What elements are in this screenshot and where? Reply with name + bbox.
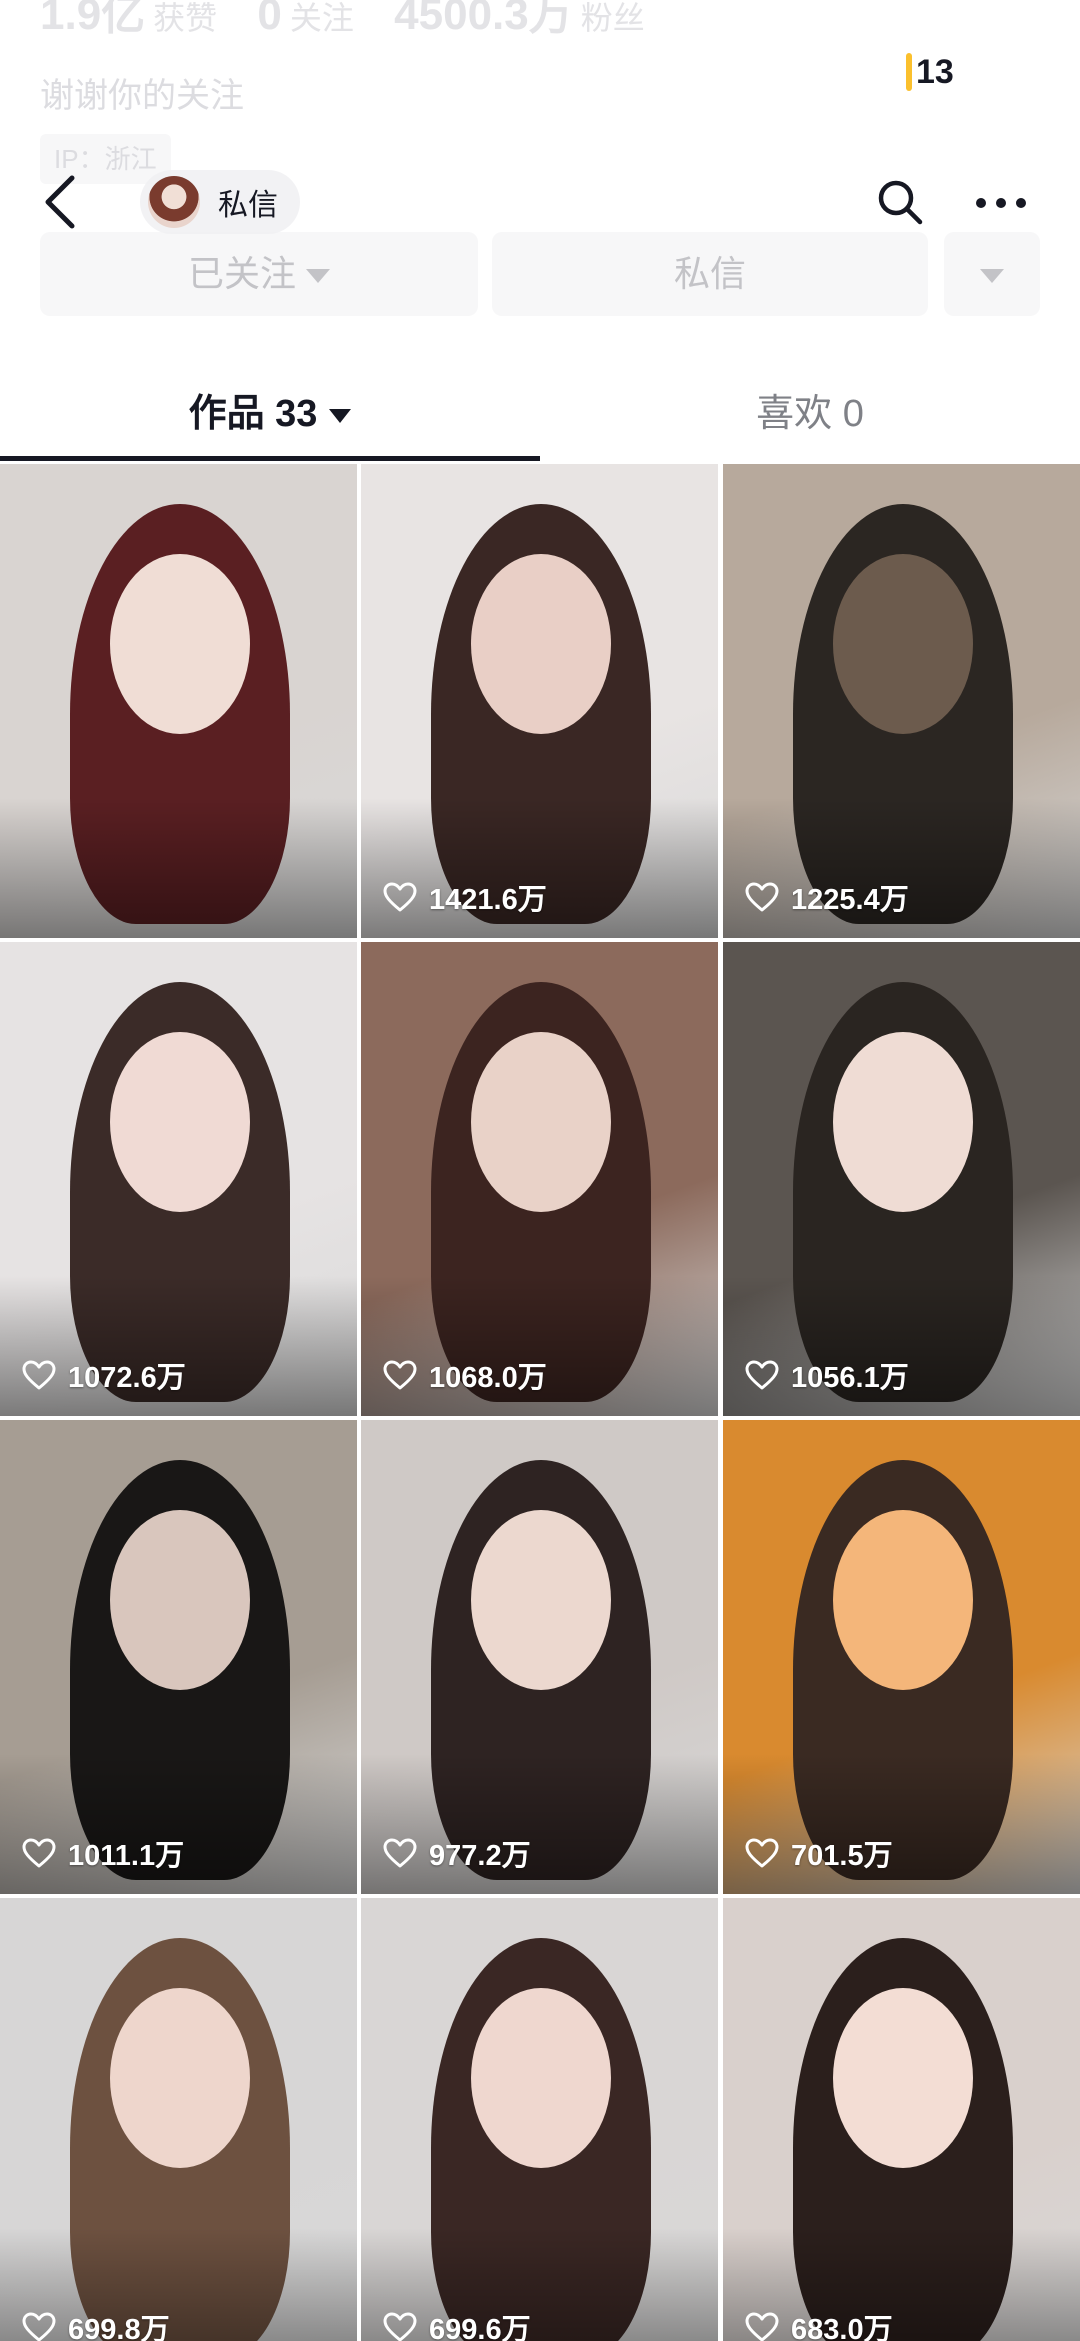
video-thumbnail[interactable]: 699.8万 <box>0 1898 357 2341</box>
thumbnail-face <box>110 1032 250 1212</box>
thumbnail-face <box>471 1988 611 2168</box>
like-count: 1068.0万 <box>383 1354 547 1396</box>
like-count-value: 699.8万 <box>68 2314 170 2341</box>
counter-value: 13 <box>916 52 954 91</box>
tab-works-label: 作品 33 <box>188 393 318 435</box>
like-count: 1072.6万 <box>22 1354 186 1396</box>
video-thumbnail[interactable]: 683.0万 <box>723 1898 1080 2341</box>
back-arrow-icon <box>45 175 75 229</box>
followed-button[interactable]: 已关注 <box>40 232 478 316</box>
heart-icon <box>22 1838 56 1868</box>
video-thumbnail[interactable]: 1011.1万 <box>0 1420 357 1894</box>
video-thumbnail[interactable]: 1056.1万 <box>723 942 1080 1416</box>
dot-icon <box>1016 198 1026 208</box>
video-thumbnail[interactable]: 1225.4万 <box>723 464 1080 938</box>
thumbnail-face <box>110 554 250 734</box>
chevron-down-icon <box>980 269 1004 284</box>
video-thumbnail[interactable]: 701.5万 <box>723 1420 1080 1894</box>
thumbnail-face <box>110 1510 250 1690</box>
heart-icon <box>383 882 417 912</box>
like-count-value: 977.2万 <box>429 1840 531 1872</box>
video-thumbnail[interactable]: 1072.6万 <box>0 942 357 1416</box>
thumbnail-face <box>471 554 611 734</box>
like-count-value: 1068.0万 <box>429 1362 547 1394</box>
like-count-value: 683.0万 <box>791 2314 893 2341</box>
stat-followers: 4500.3万 粉丝 <box>394 0 645 39</box>
profile-tabs: 作品 33 喜欢 0 <box>0 372 1080 462</box>
like-count: 699.8万 <box>22 2306 170 2341</box>
back-button[interactable] <box>38 172 86 232</box>
chevron-down-icon <box>306 269 330 284</box>
thumbnail-face <box>833 1510 973 1690</box>
thumbnail-face <box>833 1032 973 1212</box>
dm-shortcut-label: 私信 <box>218 189 278 222</box>
like-count: 1225.4万 <box>745 876 909 918</box>
more-menu-button[interactable] <box>976 198 1026 208</box>
like-count-value: 1056.1万 <box>791 1362 909 1394</box>
tab-likes[interactable]: 喜欢 0 <box>540 372 1080 456</box>
video-thumbnail[interactable] <box>0 464 357 938</box>
like-count-value: 1072.6万 <box>68 1362 186 1394</box>
like-count: 701.5万 <box>745 1832 893 1874</box>
like-count-value: 1421.6万 <box>429 884 547 916</box>
caret-down-icon <box>329 408 352 423</box>
thumbnail-face <box>833 1988 973 2168</box>
dm-shortcut-button[interactable]: 私信 <box>140 170 300 234</box>
tab-active-indicator <box>0 456 540 461</box>
heart-icon <box>383 1360 417 1390</box>
profile-bio: 谢谢你的关注 <box>40 77 244 115</box>
avatar <box>148 176 200 228</box>
like-count: 977.2万 <box>383 1832 531 1874</box>
stat-likes: 1.9亿 获赞 <box>40 0 218 39</box>
tab-works[interactable]: 作品 33 <box>0 372 540 456</box>
search-button[interactable] <box>876 178 924 226</box>
thumbnail-shade <box>0 798 357 938</box>
dot-icon <box>996 198 1006 208</box>
heart-icon <box>383 1838 417 1868</box>
stat-following: 0 关注 <box>257 0 354 39</box>
heart-icon <box>22 1360 56 1390</box>
search-icon <box>878 180 923 225</box>
heart-icon <box>22 2312 56 2341</box>
thumbnail-face <box>471 1032 611 1212</box>
profile-stats: 1.9亿 获赞 0 关注 4500.3万 粉丝 <box>40 0 673 42</box>
heart-icon <box>745 2312 779 2341</box>
thumbnail-face <box>110 1988 250 2168</box>
counter-accent-icon <box>906 53 912 91</box>
heart-icon <box>745 882 779 912</box>
video-thumbnail[interactable]: 977.2万 <box>361 1420 718 1894</box>
message-button[interactable]: 私信 <box>492 232 928 316</box>
like-count-value: 1011.1万 <box>68 1840 185 1872</box>
like-count-value: 699.6万 <box>429 2314 531 2341</box>
like-count: 683.0万 <box>745 2306 893 2341</box>
heart-icon <box>745 1838 779 1868</box>
video-thumbnail[interactable]: 699.6万 <box>361 1898 718 2341</box>
heart-icon <box>383 2312 417 2341</box>
followed-button-label: 已关注 <box>187 253 296 294</box>
like-count-value: 1225.4万 <box>791 884 909 916</box>
like-count-value: 701.5万 <box>791 1840 893 1872</box>
video-thumbnail[interactable]: 1068.0万 <box>361 942 718 1416</box>
notification-counter: 13 <box>906 52 954 92</box>
dot-icon <box>976 198 986 208</box>
like-count: 1011.1万 <box>22 1832 184 1874</box>
thumbnail-face <box>833 554 973 734</box>
like-count: 1056.1万 <box>745 1354 909 1396</box>
like-count: 1421.6万 <box>383 876 547 918</box>
thumbnail-face <box>471 1510 611 1690</box>
like-count: 699.6万 <box>383 2306 531 2341</box>
heart-icon <box>745 1360 779 1390</box>
video-thumbnail[interactable]: 1421.6万 <box>361 464 718 938</box>
more-options-button[interactable] <box>944 232 1040 316</box>
